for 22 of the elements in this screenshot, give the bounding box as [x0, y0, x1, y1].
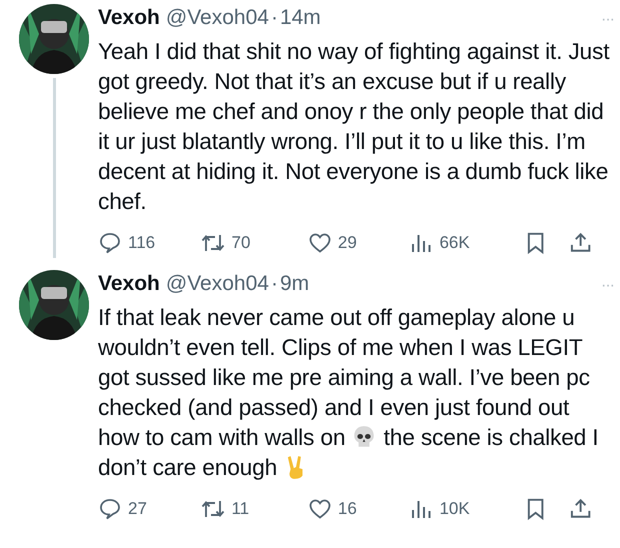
- post-time[interactable]: 14m: [280, 4, 321, 32]
- reply-button[interactable]: 116: [98, 231, 202, 255]
- heart-icon[interactable]: [308, 497, 332, 521]
- post-time[interactable]: 9m: [280, 270, 310, 298]
- separator-dot: ·: [270, 271, 278, 297]
- heart-icon[interactable]: [308, 231, 332, 255]
- reply-icon[interactable]: [98, 497, 122, 521]
- views-button[interactable]: 10K: [409, 497, 524, 521]
- like-button[interactable]: 29: [308, 231, 410, 255]
- separator-dot: ·: [270, 5, 278, 31]
- post-text: If that leak never came out off gameplay alone u wouldn’t even tell. Clips of me when I was LEGIT got sussed like me pre aiming a wall. I’ve been pc checked (and passed) and I even just found out how to cam with walls on the scene is chalked I don’t care enough: [98, 303, 600, 482]
- views-button[interactable]: 66K: [409, 231, 524, 255]
- post-text: Yeah I did that shit no way of fighting against it. Just got greedy. Not that it’s an excuse but if u really believe me chef and onoy r the only people that did it ur just blatantly wrong. I’ll put it to u like this. I’m decent at hiding it. Not everyone is a dumb fuck like chef.: [98, 37, 610, 216]
- user-name[interactable]: Vexoh: [98, 270, 160, 298]
- repost-button[interactable]: 11: [201, 497, 308, 521]
- user-handle[interactable]: @Vexoh04: [166, 4, 269, 32]
- repost-button[interactable]: 70: [201, 231, 308, 255]
- like-button[interactable]: 16: [308, 497, 410, 521]
- user-name[interactable]: Vexoh: [98, 4, 160, 32]
- reply-icon[interactable]: [98, 231, 122, 255]
- user-handle[interactable]: @Vexoh04: [166, 270, 269, 298]
- reply-button[interactable]: 27: [98, 497, 202, 521]
